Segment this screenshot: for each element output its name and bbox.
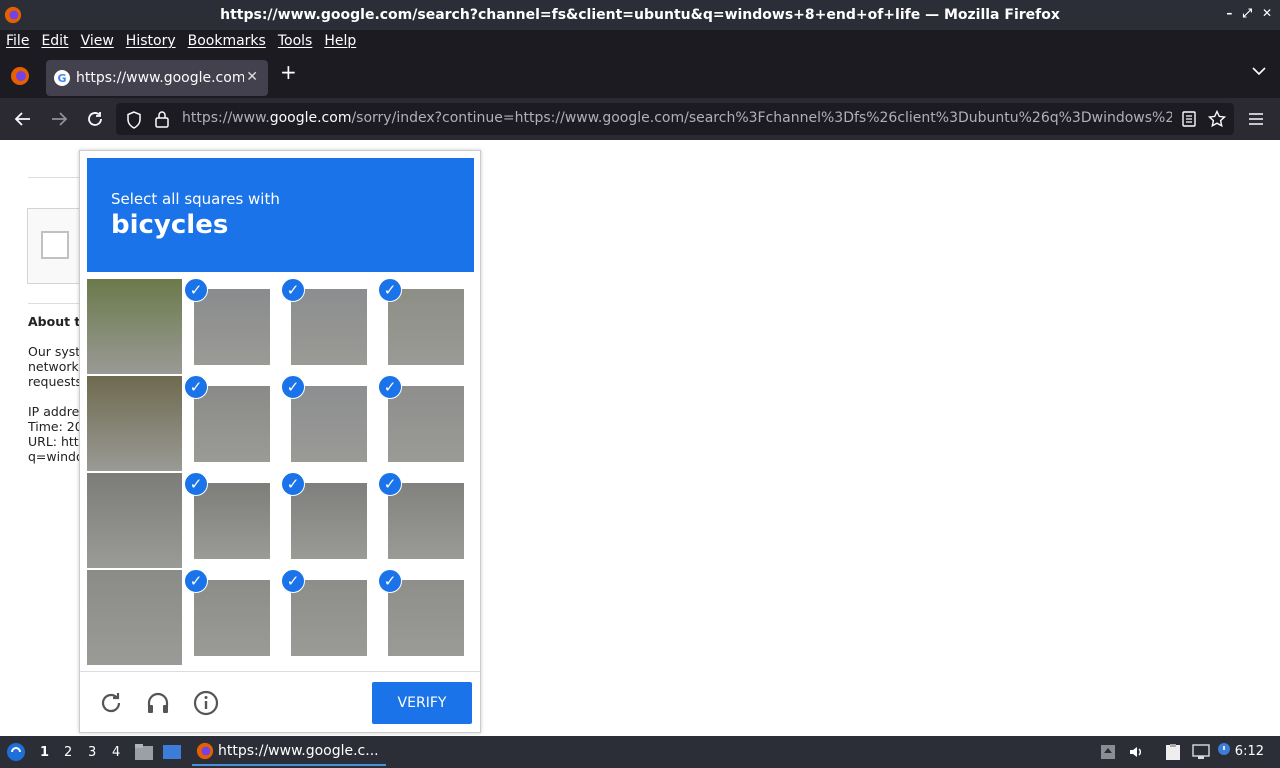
tile-image [87, 473, 182, 568]
tile-image [87, 376, 182, 471]
window-titlebar: https://www.google.com/search?channel=fs… [0, 0, 1280, 30]
challenge-instruction: Select all squares with [111, 190, 280, 208]
tile-selected-check-icon: ✓ [184, 375, 208, 399]
captcha-tile[interactable] [87, 279, 182, 374]
captcha-tile[interactable] [87, 376, 182, 471]
desktop-icon[interactable] [162, 743, 182, 761]
tile-selected-check-icon: ✓ [378, 375, 402, 399]
tile-image [291, 483, 367, 559]
tile-image [291, 289, 367, 365]
workspace-2[interactable]: 2 [64, 745, 72, 760]
tile-image [87, 279, 182, 374]
tile-selected-check-icon: ✓ [281, 375, 305, 399]
firefox-icon [196, 742, 214, 760]
forward-icon[interactable] [50, 110, 68, 128]
taskbar-task-label: https://www.google.c... [218, 743, 379, 759]
taskbar-firefox-window[interactable]: https://www.google.c... [192, 738, 386, 766]
url-host: google.com [269, 110, 352, 126]
list-all-tabs-icon[interactable] [1252, 66, 1266, 76]
verify-button[interactable]: VERIFY [372, 682, 472, 724]
menu-tools[interactable]: Tools [278, 33, 313, 49]
close-window-icon[interactable]: ✕ [1262, 6, 1272, 21]
volume-icon[interactable] [1128, 744, 1144, 760]
tile-selected-check-icon: ✓ [184, 278, 208, 302]
reload-challenge-icon[interactable] [98, 690, 124, 716]
menu-help[interactable]: Help [324, 33, 356, 49]
lock-icon[interactable] [154, 110, 170, 128]
start-menu-icon[interactable] [6, 742, 26, 762]
upload-icon[interactable] [1100, 744, 1116, 760]
reader-view-icon[interactable] [1181, 110, 1197, 128]
url-text[interactable]: https://www.google.com/sorry/index?conti… [182, 110, 1172, 126]
hamburger-menu-icon[interactable] [1248, 111, 1264, 127]
tile-image [388, 483, 464, 559]
tile-image [291, 580, 367, 656]
google-favicon-icon: G [54, 70, 70, 86]
tab-title: https://www.google.com/sorry [76, 70, 244, 86]
network-icon[interactable] [1192, 744, 1210, 760]
menu-file[interactable]: File [6, 33, 29, 49]
tab-strip: G https://www.google.com/sorry ✕ [0, 52, 1280, 98]
challenge-footer: VERIFY [80, 671, 480, 733]
tile-selected-check-icon: ✓ [184, 472, 208, 496]
menu-history[interactable]: History [126, 33, 176, 49]
tile-image [194, 289, 270, 365]
tile-image [194, 483, 270, 559]
challenge-object: bicycles [111, 210, 229, 240]
url-path: /sorry/index?continue=https://www.google… [351, 110, 1172, 126]
captcha-tile[interactable] [87, 473, 182, 568]
tile-image [291, 386, 367, 462]
maximize-icon[interactable]: ⤢ [1242, 6, 1252, 21]
tile-image [388, 386, 464, 462]
menu-bookmarks[interactable]: Bookmarks [188, 33, 266, 49]
taskbar: 1 2 3 4 https://www.google.c... 6:12 [0, 736, 1280, 768]
info-icon[interactable] [193, 690, 219, 716]
firefox-view-icon[interactable] [10, 66, 30, 86]
firefox-icon [4, 6, 22, 24]
minimize-icon[interactable]: – [1226, 6, 1232, 21]
clipboard-icon[interactable] [1164, 743, 1182, 761]
captcha-tile[interactable] [87, 570, 182, 665]
divider [28, 177, 80, 178]
clock: 6:12 [1234, 744, 1264, 759]
tile-selected-check-icon: ✓ [281, 569, 305, 593]
divider [28, 303, 80, 304]
tab-google-sorry[interactable]: G https://www.google.com/sorry ✕ [46, 60, 268, 96]
tile-selected-check-icon: ✓ [378, 278, 402, 302]
tile-selected-check-icon: ✓ [281, 278, 305, 302]
tile-image [87, 570, 182, 665]
notification-icon[interactable] [1216, 742, 1232, 760]
workspace-4[interactable]: 4 [112, 745, 120, 760]
workspace-1[interactable]: 1 [40, 745, 49, 760]
tile-image [388, 580, 464, 656]
window-title: https://www.google.com/search?channel=fs… [220, 7, 1060, 23]
tile-selected-check-icon: ✓ [281, 472, 305, 496]
challenge-header: Select all squares with bicycles [87, 158, 474, 272]
tracking-protection-shield-icon[interactable] [126, 111, 142, 129]
tile-selected-check-icon: ✓ [184, 569, 208, 593]
workspace-3[interactable]: 3 [88, 745, 96, 760]
menu-edit[interactable]: Edit [41, 33, 68, 49]
tile-selected-check-icon: ✓ [378, 472, 402, 496]
new-tab-button[interactable]: + [280, 60, 297, 84]
audio-challenge-icon[interactable] [145, 690, 171, 716]
menu-view[interactable]: View [81, 33, 114, 49]
tile-image [388, 289, 464, 365]
bookmark-star-icon[interactable] [1208, 110, 1226, 128]
reload-icon[interactable] [86, 110, 104, 128]
close-tab-icon[interactable]: ✕ [246, 69, 258, 85]
url-prefix: https://www. [182, 110, 270, 126]
recaptcha-checkbox[interactable] [41, 231, 69, 259]
menu-bar: File Edit View History Bookmarks Tools H… [0, 30, 1280, 52]
recaptcha-challenge: Select all squares with bicycles ✓ ✓ ✓ ✓ ✓ ✓ ✓… [79, 150, 481, 733]
tile-selected-check-icon: ✓ [378, 569, 402, 593]
back-icon[interactable] [14, 110, 32, 128]
tile-image [194, 386, 270, 462]
file-manager-icon[interactable] [134, 743, 154, 761]
tile-image [194, 580, 270, 656]
